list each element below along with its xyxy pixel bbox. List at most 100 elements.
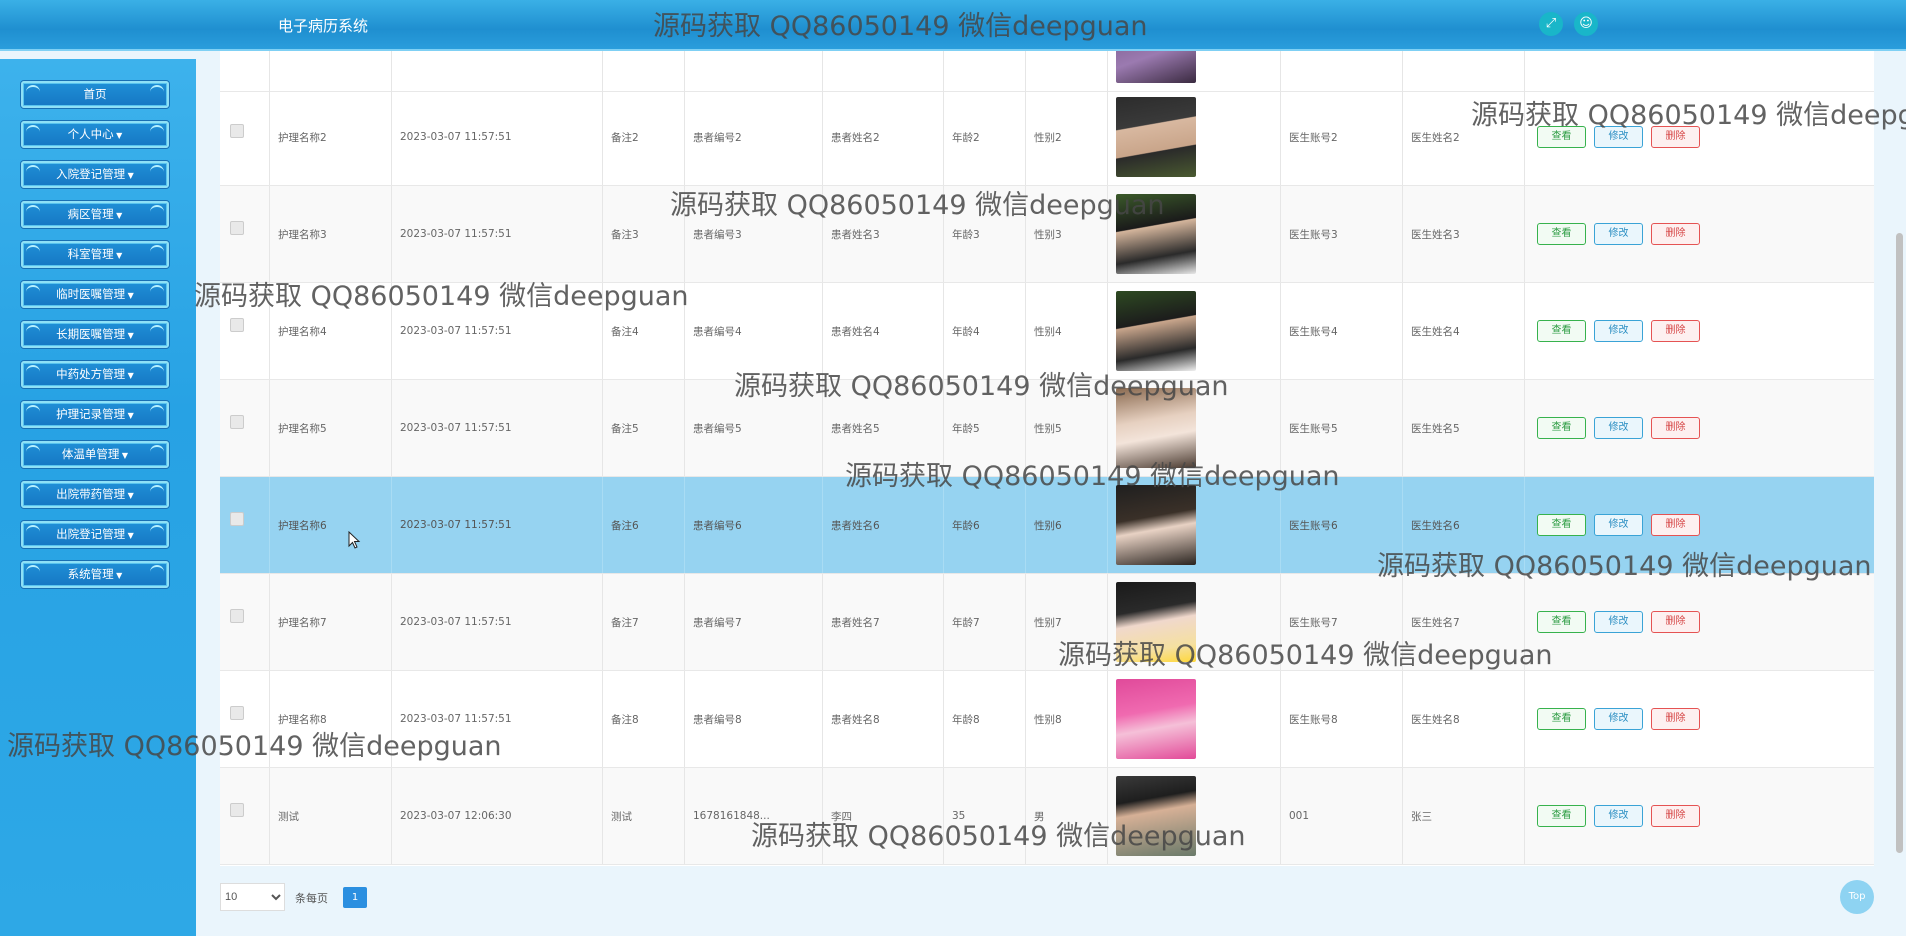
cell-patient-no: 患者编号2 <box>685 89 823 185</box>
cell-time: 2023-03-07 11:57:51 <box>392 186 603 282</box>
row-checkbox[interactable] <box>230 415 244 429</box>
view-button[interactable]: 查看 <box>1537 611 1586 633</box>
cell-doctor-account: 医生账号4 <box>1281 283 1403 379</box>
table-row[interactable]: 护理名称3 2023-03-07 11:57:51 备注3 患者编号3 患者姓名3 年龄3… <box>220 186 1874 283</box>
table-row[interactable]: 护理名称4 2023-03-07 11:57:51 备注4 患者编号4 患者姓名4 年龄4… <box>220 283 1874 380</box>
cell-name: 护理名称3 <box>270 186 392 282</box>
cell-text: 备注7 <box>611 616 639 629</box>
actions-cell: 查看 修改 删除 <box>1525 283 1874 379</box>
checkbox-cell <box>220 186 270 282</box>
caret-down-icon: ▼ <box>119 451 129 460</box>
delete-button[interactable]: 删除 <box>1651 514 1700 536</box>
table-row[interactable]: 测试 2023-03-07 12:06:30 测试 1678161848... 李四 35… <box>220 768 1874 865</box>
edit-button[interactable]: 修改 <box>1594 417 1643 439</box>
row-checkbox[interactable] <box>230 706 244 720</box>
cell-name: 护理名称7 <box>270 574 392 670</box>
sidebar-item-9[interactable]: 体温单管理 ▼ <box>21 441 169 468</box>
delete-button[interactable]: 删除 <box>1651 223 1700 245</box>
sidebar-item-2[interactable]: 入院登记管理 ▼ <box>21 161 169 188</box>
page-button-1[interactable]: 1 <box>343 887 367 908</box>
view-button[interactable]: 查看 <box>1537 223 1586 245</box>
edit-button[interactable]: 修改 <box>1594 320 1643 342</box>
view-button[interactable]: 查看 <box>1537 514 1586 536</box>
cell-text: 2023-03-07 11:57:51 <box>400 228 512 240</box>
cell-text: 2023-03-07 11:57:51 <box>400 131 512 143</box>
edit-button[interactable]: 修改 <box>1594 708 1643 730</box>
photo-cell <box>1108 283 1281 379</box>
sidebar-item-0[interactable]: 首页 <box>21 81 169 108</box>
sidebar-item-label: 长期医嘱管理 <box>56 327 126 341</box>
cell-text: 年龄6 <box>952 519 980 532</box>
photo-cell <box>1108 768 1281 864</box>
cell-time: 2023-03-07 11:57:51 <box>392 89 603 185</box>
row-checkbox[interactable] <box>230 512 244 526</box>
delete-button[interactable]: 删除 <box>1651 126 1700 148</box>
delete-button[interactable]: 删除 <box>1651 417 1700 439</box>
edit-button[interactable]: 修改 <box>1594 805 1643 827</box>
cell-age: 35 <box>944 768 1026 864</box>
cell-text: 年龄4 <box>952 325 980 338</box>
cell-doctor-account: 医生账号6 <box>1281 477 1403 573</box>
cell-text: 备注5 <box>611 422 639 435</box>
view-button[interactable]: 查看 <box>1537 320 1586 342</box>
sidebar-item-12[interactable]: 系统管理 ▼ <box>21 561 169 588</box>
table-row[interactable]: 护理名称5 2023-03-07 11:57:51 备注5 患者编号5 患者姓名5 年龄5… <box>220 380 1874 477</box>
row-checkbox[interactable] <box>230 221 244 235</box>
sidebar-item-10[interactable]: 出院带药管理 ▼ <box>21 481 169 508</box>
page-size-select[interactable]: 10 <box>220 883 285 911</box>
delete-button[interactable]: 删除 <box>1651 611 1700 633</box>
sidebar-item-8[interactable]: 护理记录管理 ▼ <box>21 401 169 428</box>
patient-photo <box>1116 776 1196 856</box>
cell-text: 年龄5 <box>952 422 980 435</box>
table-row[interactable]: 护理名称8 2023-03-07 11:57:51 备注8 患者编号8 患者姓名8 年龄8… <box>220 671 1874 768</box>
cell-age: 年龄3 <box>944 186 1026 282</box>
cell-text: 备注2 <box>611 131 639 144</box>
edit-button[interactable]: 修改 <box>1594 611 1643 633</box>
patient-photo <box>1116 485 1196 565</box>
cell-patient-no: 患者编号6 <box>685 477 823 573</box>
caret-down-icon: ▼ <box>125 491 134 500</box>
cell-note: 备注8 <box>603 671 685 767</box>
delete-button[interactable]: 删除 <box>1651 805 1700 827</box>
sidebar-item-4[interactable]: 科室管理 ▼ <box>21 241 169 268</box>
sidebar-item-3[interactable]: 病区管理 ▼ <box>21 201 169 228</box>
view-button[interactable]: 查看 <box>1537 805 1586 827</box>
row-checkbox[interactable] <box>230 803 244 817</box>
sidebar-item-label: 出院登记管理 <box>56 527 126 541</box>
table-row[interactable]: 护理名称2 2023-03-07 11:57:51 备注2 患者编号2 患者姓名2 年龄2… <box>220 89 1874 186</box>
fullscreen-icon[interactable]: ⤢ <box>1539 12 1563 36</box>
view-button[interactable]: 查看 <box>1537 126 1586 148</box>
scrollbar-thumb[interactable] <box>1896 233 1903 853</box>
cell-text: 护理名称5 <box>278 422 327 435</box>
cell-doctor-name: 医生姓名2 <box>1403 89 1525 185</box>
cell-text: 护理名称7 <box>278 616 327 629</box>
user-icon[interactable]: ☺ <box>1574 12 1598 36</box>
row-checkbox[interactable] <box>230 318 244 332</box>
row-checkbox[interactable] <box>230 124 244 138</box>
edit-button[interactable]: 修改 <box>1594 126 1643 148</box>
cell-text: 患者编号6 <box>693 519 742 532</box>
cell-text: 测试 <box>611 810 632 823</box>
cell-text: 医生姓名8 <box>1411 713 1460 726</box>
view-button[interactable]: 查看 <box>1537 417 1586 439</box>
table-row[interactable]: 护理名称7 2023-03-07 11:57:51 备注7 患者编号7 患者姓名7 年龄7… <box>220 574 1874 671</box>
edit-button[interactable]: 修改 <box>1594 514 1643 536</box>
sidebar-item-label: 系统管理 <box>67 567 114 581</box>
table-row[interactable]: 护理名称6 2023-03-07 11:57:51 备注6 患者编号6 患者姓名6 年龄6… <box>220 477 1874 574</box>
sidebar-item-1[interactable]: 个人中心 ▼ <box>21 121 169 148</box>
checkbox-cell <box>220 574 270 670</box>
view-button[interactable]: 查看 <box>1537 708 1586 730</box>
delete-button[interactable]: 删除 <box>1651 708 1700 730</box>
sidebar-item-label: 出院带药管理 <box>56 487 126 501</box>
cell-note: 测试 <box>603 768 685 864</box>
sidebar-item-5[interactable]: 临时医嘱管理 ▼ <box>21 281 169 308</box>
cell-note: 备注2 <box>603 89 685 185</box>
edit-button[interactable]: 修改 <box>1594 223 1643 245</box>
delete-button[interactable]: 删除 <box>1651 320 1700 342</box>
row-checkbox[interactable] <box>230 609 244 623</box>
sidebar-item-11[interactable]: 出院登记管理 ▼ <box>21 521 169 548</box>
back-to-top-button[interactable]: Top <box>1840 880 1874 914</box>
cell-gender: 性别3 <box>1026 186 1108 282</box>
sidebar-item-7[interactable]: 中药处方管理 ▼ <box>21 361 169 388</box>
sidebar-item-6[interactable]: 长期医嘱管理 ▼ <box>21 321 169 348</box>
